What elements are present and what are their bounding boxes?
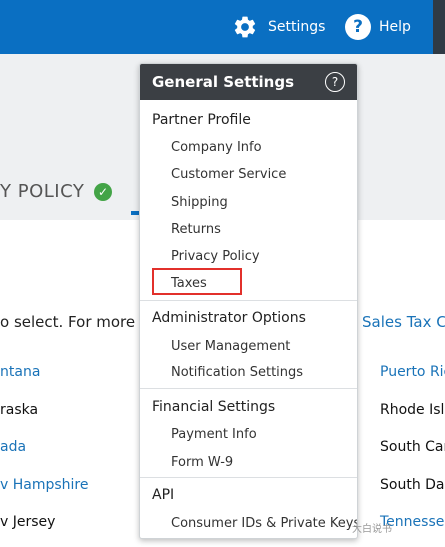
state-label[interactable]: v Jersey (0, 514, 55, 530)
watermark: 大白说书 (352, 524, 392, 535)
help-icon[interactable]: ? (325, 72, 345, 92)
dropdown-title: General Settings (152, 73, 295, 91)
menu-item-payment-info[interactable]: Payment Info (171, 427, 257, 442)
general-settings-dropdown: General Settings ? Partner Profile Compa… (139, 63, 358, 539)
section-title-partner-profile: Partner Profile (152, 112, 251, 128)
state-label[interactable]: raska (0, 402, 38, 418)
tab-label: Y POLICY (0, 181, 85, 202)
state-link[interactable]: v Hampshire (0, 477, 88, 493)
menu-item-form-w9[interactable]: Form W-9 (171, 455, 233, 470)
menu-item-user-management[interactable]: User Management (171, 339, 290, 354)
menu-item-notification-settings[interactable]: Notification Settings (171, 365, 303, 380)
menu-divider (140, 300, 357, 301)
gear-icon (234, 16, 256, 38)
tab-privacy-policy[interactable]: Y POLICY ✓ (0, 181, 113, 202)
menu-item-company-info[interactable]: Company Info (171, 140, 262, 155)
menu-item-customer-service[interactable]: Customer Service (171, 167, 286, 182)
taxes-highlight-box (152, 268, 242, 295)
state-label[interactable]: Rhode Isla (380, 402, 445, 418)
state-label[interactable]: South Car (380, 439, 445, 455)
settings-nav-button[interactable]: Settings (232, 12, 325, 42)
help-nav-button[interactable]: ? Help (345, 12, 411, 42)
state-label[interactable]: South Dal (380, 477, 445, 493)
menu-item-privacy-policy[interactable]: Privacy Policy (171, 249, 260, 264)
state-link[interactable]: ntana (0, 364, 40, 380)
top-navigation-bar: Settings ? Help (0, 0, 445, 62)
section-title-financial-settings: Financial Settings (152, 399, 276, 415)
instruction-text: o select. For more i (0, 313, 145, 331)
state-link[interactable]: ada (0, 439, 26, 455)
help-icon: ? (345, 14, 371, 40)
menu-item-consumer-ids-private-keys[interactable]: Consumer IDs & Private Keys (171, 516, 357, 531)
dropdown-header: General Settings ? (140, 64, 357, 100)
menu-item-returns[interactable]: Returns (171, 222, 221, 237)
check-circle-icon: ✓ (94, 182, 113, 201)
section-title-administrator-options: Administrator Options (152, 310, 306, 326)
menu-divider (140, 388, 357, 389)
menu-item-shipping[interactable]: Shipping (171, 195, 228, 210)
menu-divider (140, 477, 357, 478)
help-label: Help (379, 19, 411, 35)
settings-label: Settings (268, 19, 326, 35)
state-link[interactable]: Puerto Ric (380, 364, 445, 380)
section-title-api: API (152, 487, 175, 503)
top-bar-edge (433, 0, 445, 62)
sales-tax-link[interactable]: Sales Tax C (362, 313, 445, 331)
